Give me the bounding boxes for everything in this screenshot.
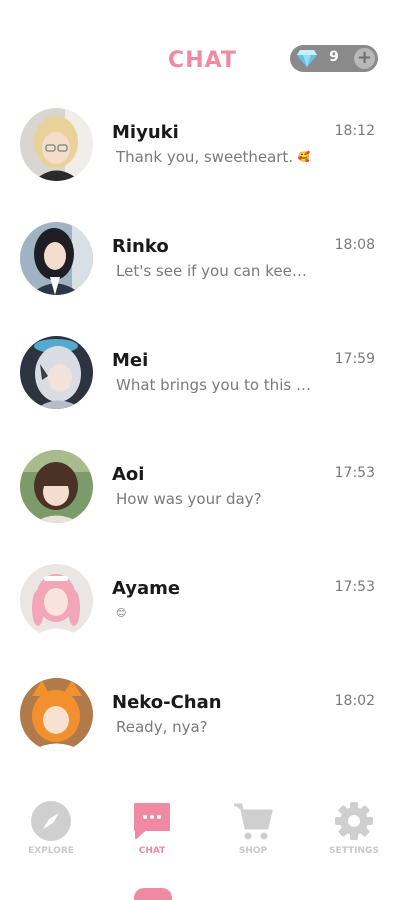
chat-time: 18:12 bbox=[334, 123, 375, 139]
nav-label: EXPLORE bbox=[28, 846, 74, 856]
chat-item-ayame[interactable]: Ayame 😊 17:53 bbox=[0, 564, 405, 654]
chat-preview: Ready, nya? bbox=[116, 718, 208, 736]
chat-preview: 😊 bbox=[116, 604, 316, 622]
avatar bbox=[20, 450, 93, 523]
gem-balance[interactable]: 9 + bbox=[290, 45, 378, 72]
avatar bbox=[20, 564, 93, 637]
nav-explore[interactable]: EXPLORE bbox=[6, 800, 96, 862]
cart-icon bbox=[234, 803, 273, 840]
avatar bbox=[20, 108, 93, 181]
gem-count: 9 bbox=[329, 49, 339, 65]
chat-preview: How was your day? bbox=[116, 490, 262, 508]
diamond-icon bbox=[297, 50, 317, 67]
nav-shop[interactable]: SHOP bbox=[208, 800, 298, 862]
chat-time: 17:53 bbox=[334, 465, 375, 481]
chat-preview: Thank you, sweetheart. 🥰 bbox=[116, 148, 311, 166]
nav-label: SHOP bbox=[238, 846, 268, 856]
chat-time: 17:53 bbox=[334, 579, 375, 595]
chat-name: Aoi bbox=[112, 464, 145, 485]
compass-icon bbox=[31, 801, 71, 841]
nav-chat[interactable]: CHAT bbox=[107, 800, 197, 862]
avatar bbox=[20, 336, 93, 409]
chat-item-rinko[interactable]: Rinko Let's see if you can keep ... 18:0… bbox=[0, 222, 405, 312]
emoji: 🥰 bbox=[297, 152, 311, 163]
chat-name: Neko-Chan bbox=[112, 692, 222, 713]
chat-time: 18:02 bbox=[334, 693, 375, 709]
chat-item-miyuki[interactable]: Miyuki Thank you, sweetheart. 🥰 18:12 bbox=[0, 108, 405, 198]
avatar bbox=[20, 222, 93, 295]
add-gems-button[interactable]: + bbox=[354, 48, 375, 69]
gear-icon bbox=[335, 802, 373, 840]
chat-item-aoi[interactable]: Aoi How was your day? 17:53 bbox=[0, 450, 405, 540]
emoji: 😊 bbox=[116, 608, 127, 619]
chat-name: Ayame bbox=[112, 578, 181, 599]
chat-name: Rinko bbox=[112, 236, 169, 257]
nav-label: SETTINGS bbox=[329, 846, 379, 856]
chat-time: 18:08 bbox=[334, 237, 375, 253]
chat-preview: Let's see if you can keep ... bbox=[116, 262, 316, 280]
chat-item-neko-chan[interactable]: Neko-Chan Ready, nya? 18:02 bbox=[0, 678, 405, 768]
home-indicator bbox=[134, 888, 172, 900]
chat-time: 17:59 bbox=[334, 351, 375, 367]
chat-name: Mei bbox=[112, 350, 149, 371]
bottom-nav: EXPLORE CHAT SHOP SETTINGS bbox=[0, 800, 405, 870]
app-header: CHAT 9 + bbox=[0, 0, 405, 100]
nav-settings[interactable]: SETTINGS bbox=[309, 800, 399, 862]
chat-bubble-icon bbox=[134, 803, 170, 839]
chat-name: Miyuki bbox=[112, 122, 179, 143]
avatar bbox=[20, 678, 93, 751]
chat-preview: What brings you to this e... bbox=[116, 376, 316, 394]
nav-label: CHAT bbox=[138, 846, 166, 856]
chat-item-mei[interactable]: Mei What brings you to this e... 17:59 bbox=[0, 336, 405, 426]
